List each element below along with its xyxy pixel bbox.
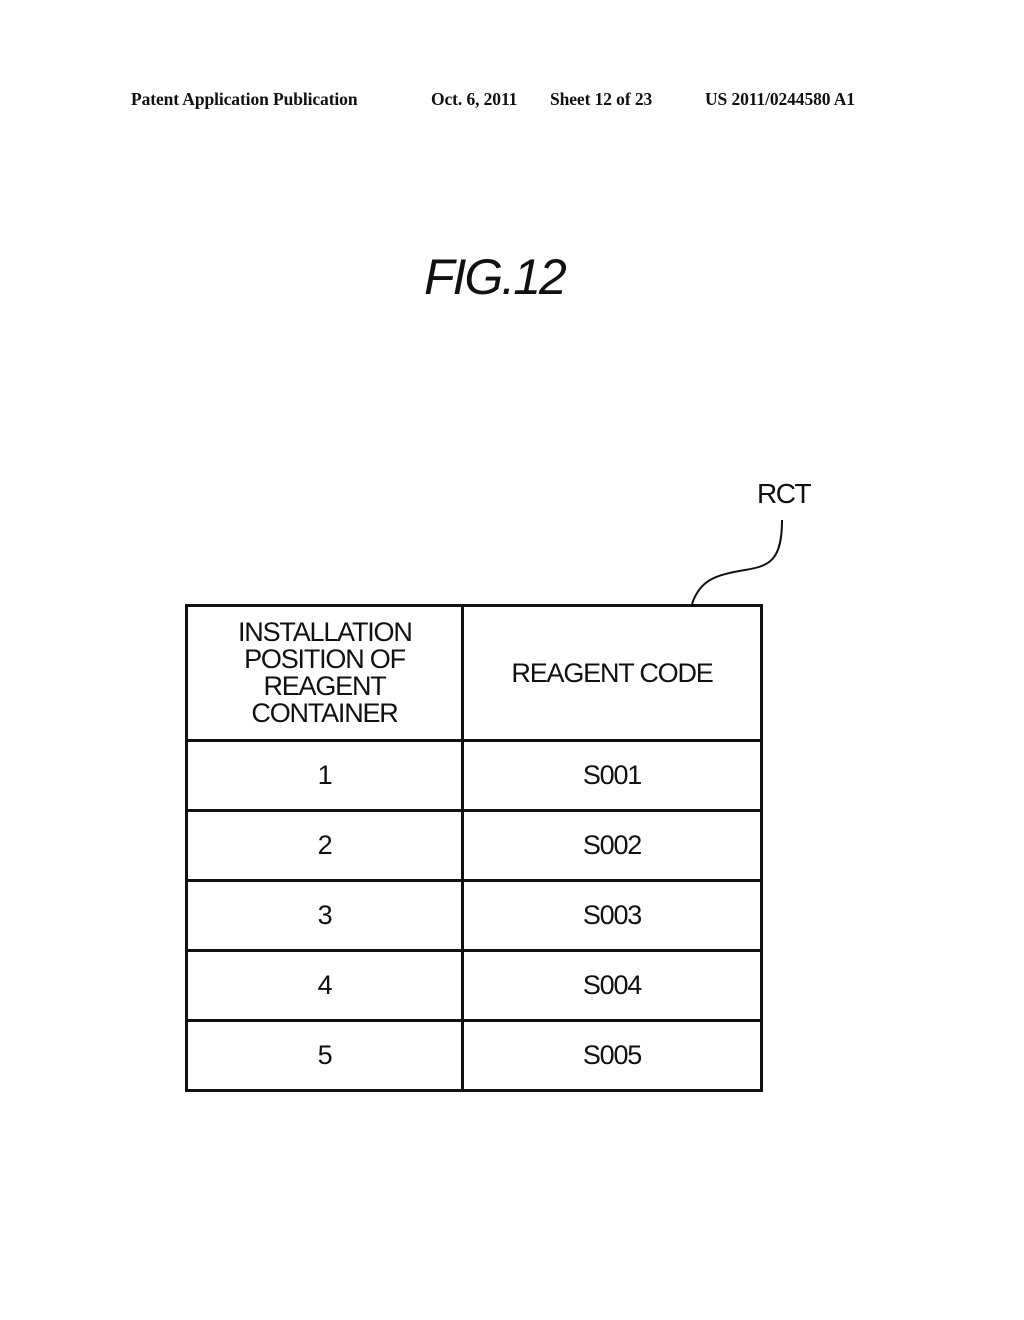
position-cell: 5: [185, 1019, 464, 1092]
reagent-code-table-container: INSTALLATION POSITION OF REAGENT CONTAIN…: [185, 604, 763, 1092]
publication-type: Patent Application Publication: [131, 89, 358, 109]
table-row: 5 S005: [185, 1019, 763, 1092]
reagent-code-table: INSTALLATION POSITION OF REAGENT CONTAIN…: [185, 604, 763, 1092]
reagent-code-cell: S005: [461, 1019, 763, 1092]
position-cell: 1: [185, 739, 464, 812]
reagent-code-cell: S003: [461, 879, 763, 952]
reference-label: RCT: [757, 478, 812, 509]
patent-header: Patent Application Publication Oct. 6, 2…: [0, 89, 1024, 113]
reagent-code-cell: S004: [461, 949, 763, 1022]
header-installation-position: INSTALLATION POSITION OF REAGENT CONTAIN…: [185, 604, 464, 742]
table-row: 1 S001: [185, 739, 763, 812]
figure-title: FIG.12: [424, 249, 567, 305]
table-row: 4 S004: [185, 949, 763, 1022]
header-reagent-code: REAGENT CODE: [461, 604, 763, 742]
table-row: 3 S003: [185, 879, 763, 952]
sheet-number: Sheet 12 of 23: [550, 89, 653, 109]
reagent-code-cell: S001: [461, 739, 763, 812]
leader-curve: [691, 519, 783, 605]
table-row: 2 S002: [185, 809, 763, 882]
position-cell: 2: [185, 809, 464, 882]
reagent-code-cell: S002: [461, 809, 763, 882]
patent-number: US 2011/0244580 A1: [705, 89, 855, 109]
publication-date: Oct. 6, 2011: [431, 89, 518, 109]
position-cell: 4: [185, 949, 464, 1022]
table-header-row: INSTALLATION POSITION OF REAGENT CONTAIN…: [185, 604, 763, 742]
position-cell: 3: [185, 879, 464, 952]
